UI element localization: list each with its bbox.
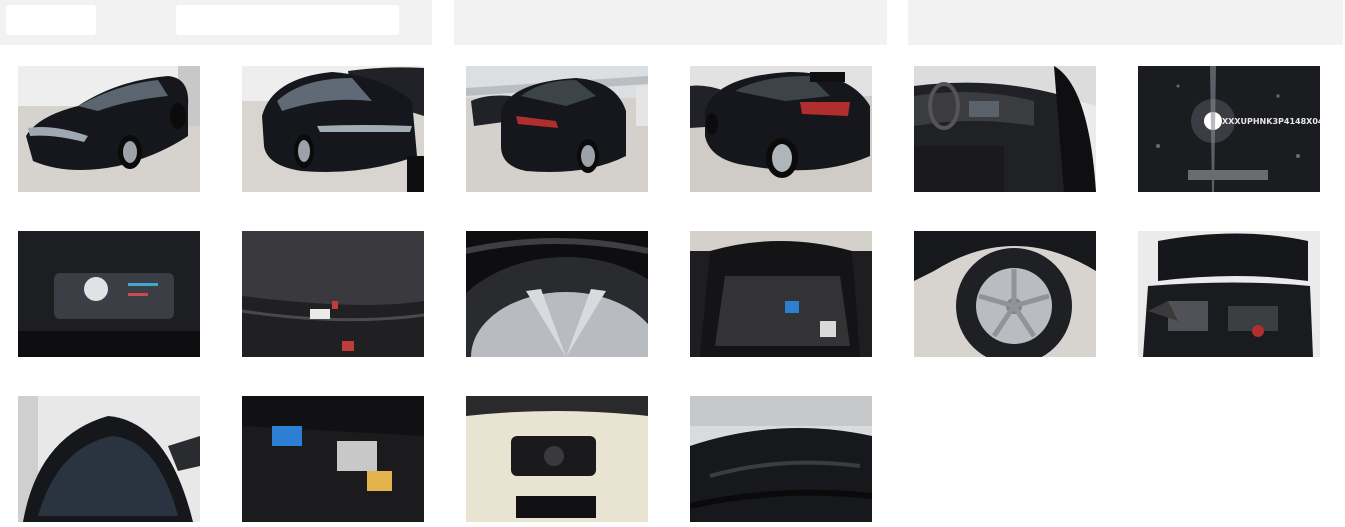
car-front-right-image xyxy=(242,66,424,192)
car-front-left-image xyxy=(18,66,200,192)
header-section-3 xyxy=(908,0,1343,45)
photo-thumbnail-vin-plate[interactable]: XXXUPHNK3P4148X04 xyxy=(1138,66,1320,192)
trunk-floor-image xyxy=(242,396,424,522)
photo-thumbnail-wheel[interactable] xyxy=(914,231,1096,357)
rear-seat-image xyxy=(242,231,424,357)
photo-thumbnail-front-right[interactable] xyxy=(242,66,424,192)
tyre-closeup-image xyxy=(466,231,648,357)
trunk-open-image xyxy=(690,231,872,357)
vin-text: XXXUPHNK3P4148X04 xyxy=(1222,117,1320,126)
photo-thumbnail-trunk-floor[interactable] xyxy=(242,396,424,522)
roof-image xyxy=(690,396,872,522)
photo-thumbnail-tyre[interactable] xyxy=(466,231,648,357)
photo-thumbnail-front-left[interactable] xyxy=(18,66,200,192)
photo-thumbnail-rear-right[interactable] xyxy=(690,66,872,192)
car-rear-right-image xyxy=(690,66,872,192)
interior-dashboard-image xyxy=(914,66,1096,192)
car-rear-left-image xyxy=(466,66,648,192)
header-section-2 xyxy=(454,0,887,45)
engine-bay-image xyxy=(1138,231,1320,357)
header-pill-small[interactable] xyxy=(6,5,96,35)
spare-wheel-well-image xyxy=(466,396,648,522)
header-section-1 xyxy=(0,0,432,45)
vehicle-photo-gallery-page: XXXUPHNK3P4148X04 xyxy=(0,0,1345,527)
instrument-cluster-image xyxy=(18,231,200,357)
photo-thumbnail-interior-dashboard[interactable] xyxy=(914,66,1096,192)
wheel-rim-image xyxy=(914,231,1096,357)
photo-thumbnail-rear-seat[interactable] xyxy=(242,231,424,357)
photo-thumbnail-spare-well[interactable] xyxy=(466,396,648,522)
photo-thumbnail-engine-bay[interactable] xyxy=(1138,231,1320,357)
photo-thumbnail-rear-left[interactable] xyxy=(466,66,648,192)
vin-plate-image: XXXUPHNK3P4148X04 xyxy=(1138,66,1320,192)
photo-thumbnail-windshield[interactable] xyxy=(18,396,200,522)
header-pill-wide[interactable] xyxy=(176,5,399,35)
photo-thumbnail-roof[interactable] xyxy=(690,396,872,522)
photo-thumbnail-trunk[interactable] xyxy=(690,231,872,357)
photo-thumbnail-instrument-cluster[interactable] xyxy=(18,231,200,357)
windshield-image xyxy=(18,396,200,522)
